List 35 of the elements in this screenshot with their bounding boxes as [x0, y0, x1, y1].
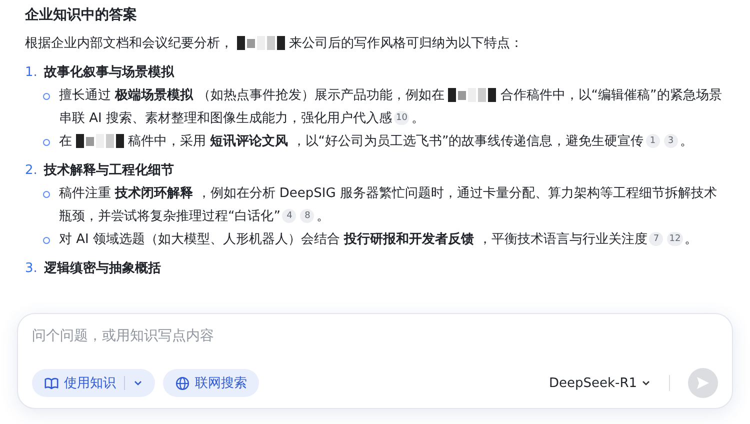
section-title: 逻辑缜密与抽象概括 [44, 260, 161, 278]
answer-heading: 企业知识中的答案 [25, 6, 138, 25]
section-title: 故事化叙事与场景模拟 [44, 64, 174, 82]
list-number: 2. [25, 162, 38, 180]
bullet-icon [43, 93, 50, 100]
bullet-text: 擅长通过 极端场景模拟 （如热点事件抢发）展示产品功能，例如在 合作稿件中，以“编辑催稿”的紧急场景串联 AI 搜索、素材整理和图像生成能力，强化用户代入感 10 。 [59, 86, 723, 128]
bullet-icon [43, 191, 50, 198]
list-number: 3. [25, 260, 38, 278]
caret-icon [641, 378, 651, 388]
knowledge-button[interactable]: 使用知识 [32, 369, 155, 397]
bullet-icon [43, 237, 50, 244]
citation-badge[interactable]: 3 [664, 134, 678, 148]
intro-text: 根据企业内部文档和会议纪要分析， 来公司后的写作风格可归纳为以下特点： [25, 34, 524, 54]
redaction-mark [237, 35, 285, 52]
book-icon [44, 376, 59, 390]
citation-badge[interactable]: 8 [300, 209, 314, 224]
model-selector[interactable]: DeepSeek-R1 [548, 376, 651, 390]
web-search-button[interactable]: 联网搜索 [163, 369, 259, 397]
redaction-mark [76, 133, 124, 150]
section-title: 技术解释与工程化细节 [44, 162, 174, 180]
bullet-text: 在 稿件中，采用 短讯评论文风 ，以“好公司为员工选飞书”的故事线传递信息，避免生硬宣传 1 3 。 [59, 132, 694, 152]
bullet-icon [43, 139, 50, 146]
citation-badge[interactable]: 1 [646, 134, 660, 148]
globe-icon [175, 376, 190, 390]
citation-badge[interactable]: 12 [667, 232, 683, 246]
list-number: 1. [25, 64, 38, 82]
send-icon [695, 375, 711, 391]
citation-badge[interactable]: 4 [282, 209, 296, 224]
bullet-text: 对 AI 领域选题（如大模型、人形机器人）会结合 投行研报和开发者反馈 ，平衡技术语言与行业关注度 7 12 。 [59, 231, 699, 249]
input-field[interactable]: 问个问题，或用知识写点内容 [32, 326, 718, 346]
redaction-mark [448, 87, 496, 104]
bullet-text: 稿件注重 技术闭环解释 ，例如在分析 DeepSIG 服务器繁忙问题时，通过卡量分配、算力架构等工程细节拆解技术瓶颈，并尝试将复杂推理过程“白话化” 4 8 。 [59, 185, 718, 226]
citation-badge[interactable]: 7 [649, 232, 664, 246]
caret-icon[interactable] [133, 378, 143, 388]
citation-badge[interactable]: 10 [394, 111, 410, 126]
